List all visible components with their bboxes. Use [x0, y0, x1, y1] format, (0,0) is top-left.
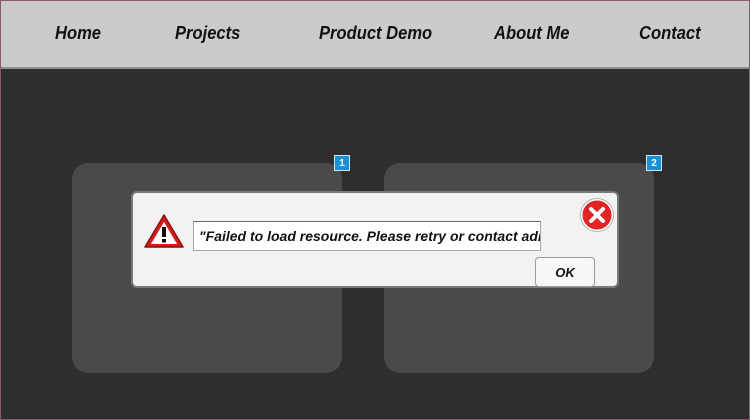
nav-item-about-me[interactable]: About Me [494, 23, 569, 44]
panel-badge-2: 2 [646, 155, 662, 171]
nav-item-home[interactable]: Home [55, 23, 101, 44]
panel-badge-1: 1 [334, 155, 350, 171]
top-navbar: Home Projects Product Demo About Me Cont… [1, 1, 749, 69]
ok-button[interactable]: OK [535, 257, 595, 287]
warning-triangle-icon [143, 213, 185, 249]
nav-item-product-demo[interactable]: Product Demo [319, 23, 432, 44]
close-button[interactable] [580, 198, 614, 232]
nav-item-contact[interactable]: Contact [639, 23, 701, 44]
nav-item-projects[interactable]: Projects [175, 23, 240, 44]
error-dialog: "Failed to load resource. Please retry o… [131, 191, 619, 288]
error-message-field: "Failed to load resource. Please retry o… [193, 221, 541, 251]
close-circle-icon [580, 198, 614, 235]
